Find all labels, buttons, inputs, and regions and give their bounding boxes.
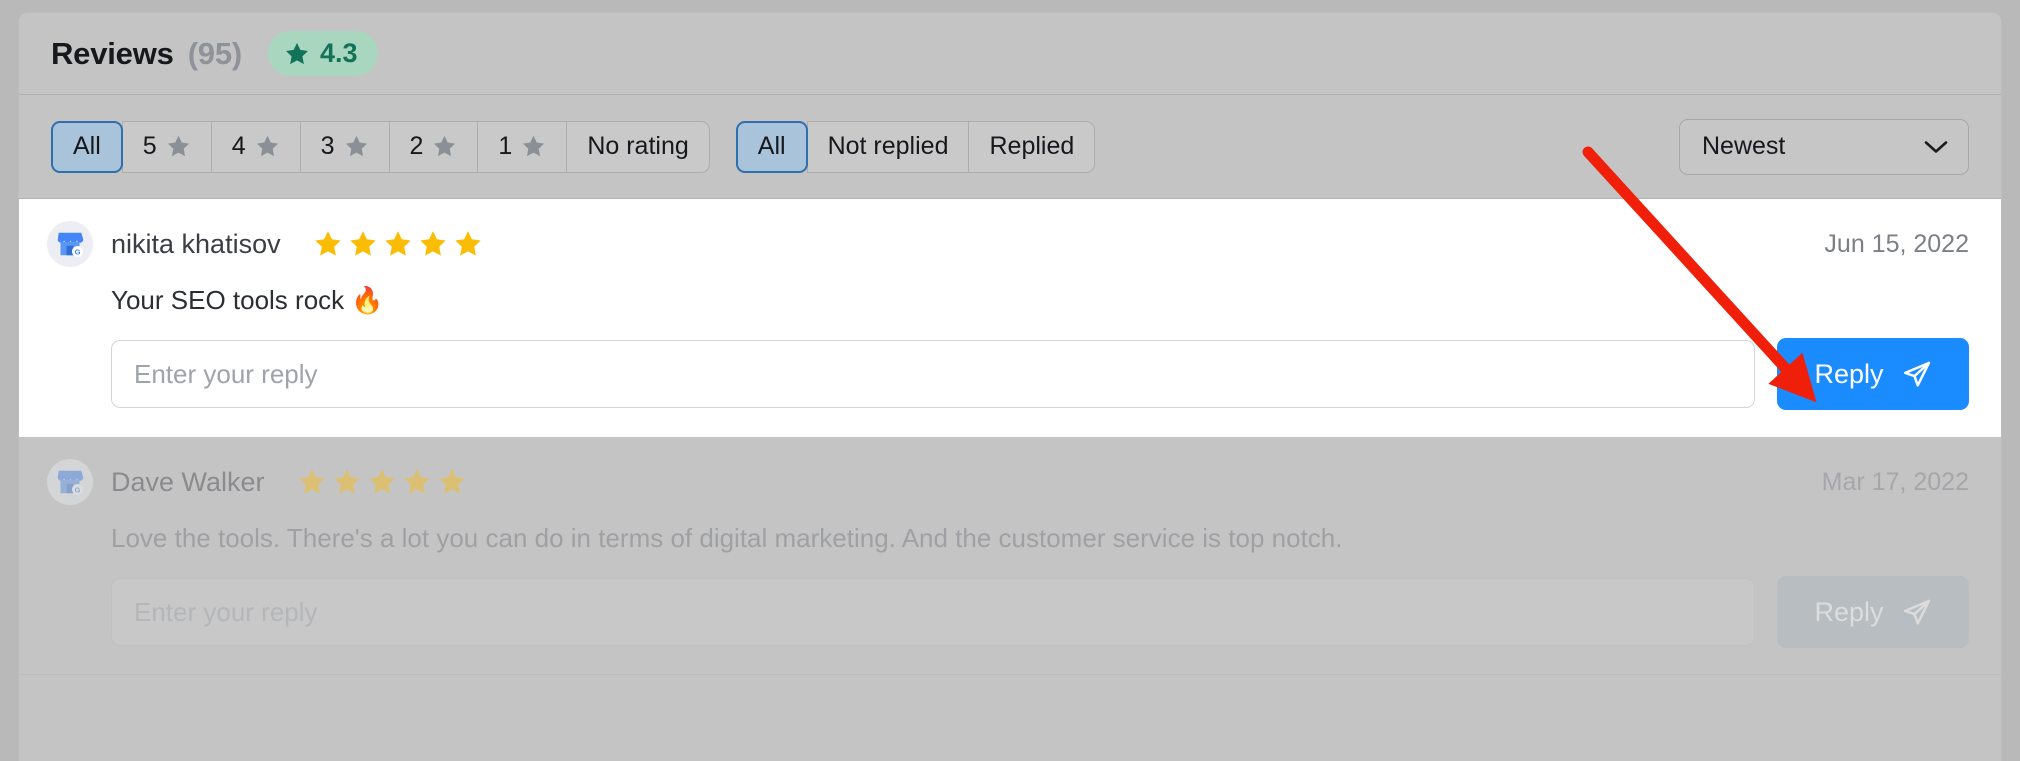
review-date: Mar 17, 2022 [1822, 468, 1969, 497]
sort-select-value: Newest [1702, 132, 1785, 161]
rating-badge: 4.3 [268, 31, 378, 76]
rating-filter-label: 4 [232, 132, 246, 161]
reply-filter-not-replied[interactable]: Not replied [807, 121, 969, 173]
star-icon [344, 134, 369, 159]
star-icon [255, 134, 280, 159]
send-icon [1902, 359, 1932, 389]
review-author: nikita khatisov [111, 229, 281, 260]
review-date: Jun 15, 2022 [1824, 230, 1969, 259]
google-business-storefront-icon: G [47, 221, 93, 267]
rating-filter-5[interactable]: 5 [122, 121, 211, 173]
rating-filter-no-rating[interactable]: No rating [566, 121, 709, 173]
star-icon [348, 229, 378, 259]
review-star-rating [313, 229, 483, 259]
star-icon [297, 467, 327, 497]
reply-button[interactable]: Reply [1777, 576, 1969, 648]
rating-filter-label: 5 [143, 132, 157, 161]
reply-row: Reply [111, 576, 1969, 648]
review-star-rating [297, 467, 467, 497]
sort-select[interactable]: Newest [1679, 119, 1969, 175]
reply-button-label: Reply [1814, 597, 1883, 628]
star-icon [332, 467, 362, 497]
rating-value: 4.3 [320, 38, 358, 69]
reply-filter-label: Not replied [828, 132, 949, 161]
star-icon [437, 467, 467, 497]
reply-button[interactable]: Reply [1777, 338, 1969, 410]
review-text: Love the tools. There's a lot you can do… [111, 521, 1969, 556]
reviews-list: Gnikita khatisov Jun 15, 2022 Your SEO too… [19, 199, 2001, 675]
reply-row: Reply [111, 338, 1969, 410]
review-item: Gnikita khatisov Jun 15, 2022 Your SEO too… [19, 199, 2001, 437]
reviews-panel: Reviews (95) 4.3 All 5 4 3 2 1 No rating All No… [18, 12, 2002, 761]
rating-filter-label: 2 [410, 132, 424, 161]
filter-bar: All54321No rating AllNot repliedReplied … [19, 95, 2001, 199]
star-icon [313, 229, 343, 259]
review-item: G Dave Walker Mar 17, 2022 Love the tools. … [19, 437, 2001, 675]
reply-filter-label: All [758, 132, 786, 161]
star-icon [432, 134, 457, 159]
star-icon [402, 467, 432, 497]
rating-filter-label: 3 [321, 132, 335, 161]
send-icon [1902, 597, 1932, 627]
star-icon [367, 467, 397, 497]
reply-input[interactable] [111, 340, 1755, 408]
reply-filter-all[interactable]: All [736, 121, 808, 173]
rating-filter-1[interactable]: 1 [477, 121, 566, 173]
star-icon [284, 41, 310, 67]
chevron-down-icon [1924, 140, 1948, 154]
svg-text:G: G [75, 247, 81, 256]
review-author: Dave Walker [111, 467, 265, 498]
reviews-count: (95) [188, 36, 242, 72]
star-icon [166, 134, 191, 159]
rating-filter-label: All [73, 132, 101, 161]
rating-filter-label: 1 [498, 132, 512, 161]
review-header: Gnikita khatisov Jun 15, 2022 [47, 221, 1969, 267]
reply-button-label: Reply [1814, 359, 1883, 390]
screenshot-root: Reviews (95) 4.3 All 5 4 3 2 1 No rating All No… [0, 0, 2020, 761]
review-header: G Dave Walker Mar 17, 2022 [47, 459, 1969, 505]
star-icon [418, 229, 448, 259]
star-icon [453, 229, 483, 259]
rating-filter-2[interactable]: 2 [389, 121, 478, 173]
rating-filter-3[interactable]: 3 [300, 121, 389, 173]
google-business-storefront-icon: G [47, 459, 93, 505]
rating-filter-group: All 5 4 3 2 1 No rating [51, 121, 710, 173]
rating-filter-4[interactable]: 4 [211, 121, 300, 173]
reply-filter-replied[interactable]: Replied [968, 121, 1095, 173]
star-icon [383, 229, 413, 259]
rating-filter-label: No rating [587, 132, 688, 161]
rating-filter-all[interactable]: All [51, 121, 123, 173]
reply-input[interactable] [111, 578, 1755, 646]
star-icon [521, 134, 546, 159]
svg-text:G: G [75, 485, 81, 494]
reply-filter-label: Replied [989, 132, 1074, 161]
panel-header: Reviews (95) 4.3 [19, 13, 2001, 95]
reply-filter-group: All Not replied Replied [736, 121, 1095, 173]
page-title: Reviews [51, 36, 174, 72]
review-text: Your SEO tools rock 🔥 [111, 283, 1969, 318]
